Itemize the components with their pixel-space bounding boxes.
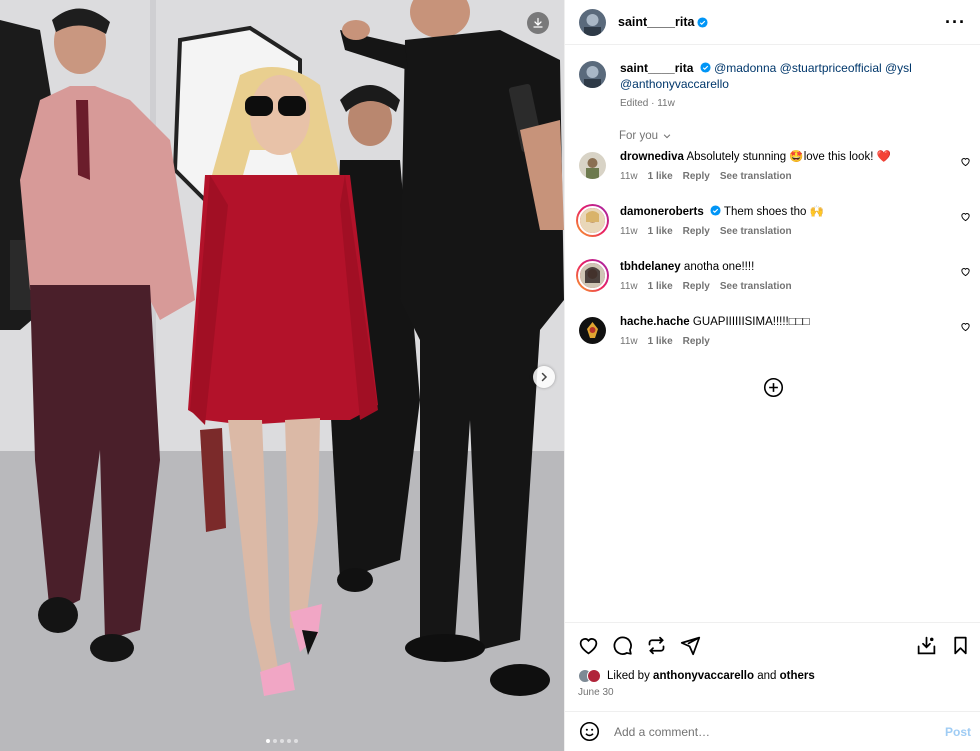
load-more-comments-icon[interactable] — [763, 377, 784, 398]
comment-item: damoneroberts Them shoes tho 🙌 11w 1 lik… — [565, 203, 980, 260]
download-icon — [533, 17, 543, 28]
chevron-right-icon — [541, 372, 548, 382]
comment-input[interactable] — [614, 724, 945, 739]
instagram-post-modal: saint____rita ··· saint____rita @madonna… — [0, 0, 980, 751]
comment-time[interactable]: 11w — [620, 336, 638, 347]
liked-by-and: and — [757, 670, 777, 682]
comment-list: drownediva Absolutely stunning 🤩love thi… — [565, 150, 980, 370]
bookmark-icon[interactable] — [950, 635, 971, 656]
mention-link[interactable]: @stuartpriceofficial — [780, 61, 882, 75]
save-to-collection-icon[interactable] — [916, 635, 937, 656]
commenter-avatar — [578, 205, 607, 235]
caption-username[interactable]: saint____rita — [620, 61, 693, 75]
commenter-username[interactable]: hache.hache — [620, 316, 690, 328]
verified-badge-icon — [697, 16, 708, 28]
post-photo — [0, 0, 564, 751]
comment-likes[interactable]: 1 like — [648, 336, 673, 347]
mention-link[interactable]: @madonna — [714, 61, 776, 75]
mention-link[interactable]: @ysl — [885, 61, 912, 75]
comment-item: hache.hache GUAPIIIIIISIMA!!!!!□□□ 11w 1… — [565, 315, 980, 370]
carousel-dot — [287, 739, 291, 743]
commenter-username[interactable]: drownediva — [620, 151, 684, 163]
caption-edited-time: Edited · 11w — [620, 98, 675, 109]
comment-text: GUAPIIIIIISIMA!!!!!□□□ — [692, 315, 810, 328]
repost-icon[interactable] — [646, 635, 667, 656]
post-header: saint____rita ··· — [565, 0, 980, 45]
liked-by-user[interactable]: anthonyvaccarello — [653, 670, 754, 682]
post-comment-button[interactable]: Post — [945, 725, 971, 739]
sort-label: For you — [619, 129, 658, 142]
comment-text: anotha one!!!! — [683, 260, 755, 273]
carousel-dot — [273, 739, 277, 743]
story-ring[interactable] — [576, 203, 609, 237]
liked-by-summary: Liked by anthonyvaccarello and others — [578, 669, 971, 683]
comment-time[interactable]: 11w — [620, 281, 638, 292]
carousel-dots — [0, 739, 564, 743]
story-ring[interactable] — [576, 258, 609, 292]
comment-likes[interactable]: 1 like — [648, 171, 673, 182]
post-sidebar: saint____rita ··· saint____rita @madonna… — [564, 0, 980, 751]
like-comment-heart-icon[interactable] — [960, 321, 971, 332]
carousel-dot — [266, 739, 270, 743]
comment-item: tbhdelaney anotha one!!!! 11w 1 like Rep… — [565, 258, 980, 315]
author-username[interactable]: saint____rita — [618, 15, 694, 29]
download-button[interactable] — [527, 12, 549, 34]
comment-likes[interactable]: 1 like — [648, 281, 673, 292]
carousel-dot — [294, 739, 298, 743]
author-avatar[interactable] — [579, 8, 606, 36]
caption-author-avatar[interactable] — [579, 61, 606, 88]
like-comment-heart-icon[interactable] — [960, 211, 971, 222]
comment-likes[interactable]: 1 like — [648, 226, 673, 237]
post-caption: saint____rita @madonna @stuartpriceoffic… — [565, 45, 980, 112]
commenter-avatar[interactable] — [579, 151, 606, 179]
commenter-username[interactable]: damoneroberts — [620, 206, 704, 218]
see-translation-button[interactable]: See translation — [720, 281, 792, 292]
liked-by-prefix: Liked by — [607, 670, 650, 682]
reply-button[interactable]: Reply — [683, 226, 710, 237]
post-actions: Liked by anthonyvaccarello and others Ju… — [565, 622, 980, 698]
comment-item: drownediva Absolutely stunning 🤩love thi… — [565, 150, 980, 205]
like-comment-heart-icon[interactable] — [960, 156, 971, 167]
add-comment-bar: Post — [565, 711, 980, 751]
comment-sort-dropdown[interactable]: For you — [619, 130, 980, 142]
reply-button[interactable]: Reply — [683, 281, 710, 292]
commenter-username[interactable]: tbhdelaney — [620, 261, 681, 273]
comment-text: Them shoes tho 🙌 — [723, 205, 824, 218]
verified-badge-icon — [710, 204, 721, 216]
liker-avatars[interactable] — [578, 669, 601, 683]
verified-badge-icon — [700, 62, 711, 73]
share-paper-plane-icon[interactable] — [680, 635, 701, 656]
comment-time[interactable]: 11w — [620, 171, 638, 182]
like-heart-icon[interactable] — [578, 635, 599, 656]
see-translation-button[interactable]: See translation — [720, 226, 792, 237]
reply-button[interactable]: Reply — [683, 171, 710, 182]
comment-text: Absolutely stunning 🤩love this look! ❤️ — [686, 150, 891, 163]
emoji-smiley-icon[interactable] — [579, 721, 600, 742]
liked-by-others[interactable]: others — [780, 670, 815, 682]
comment-time[interactable]: 11w — [620, 226, 638, 237]
more-options-button[interactable]: ··· — [945, 13, 966, 31]
like-comment-heart-icon[interactable] — [960, 266, 971, 277]
comment-bubble-icon[interactable] — [612, 635, 633, 656]
chevron-down-icon — [663, 133, 671, 138]
commenter-avatar — [578, 260, 607, 290]
next-image-button[interactable] — [533, 366, 555, 388]
post-media[interactable] — [0, 0, 564, 751]
commenter-avatar[interactable] — [579, 316, 606, 344]
post-date[interactable]: June 30 — [578, 687, 971, 698]
see-translation-button[interactable]: See translation — [720, 171, 792, 182]
carousel-dot — [280, 739, 284, 743]
reply-button[interactable]: Reply — [683, 336, 710, 347]
mention-link[interactable]: @anthonyvaccarello — [620, 77, 729, 91]
